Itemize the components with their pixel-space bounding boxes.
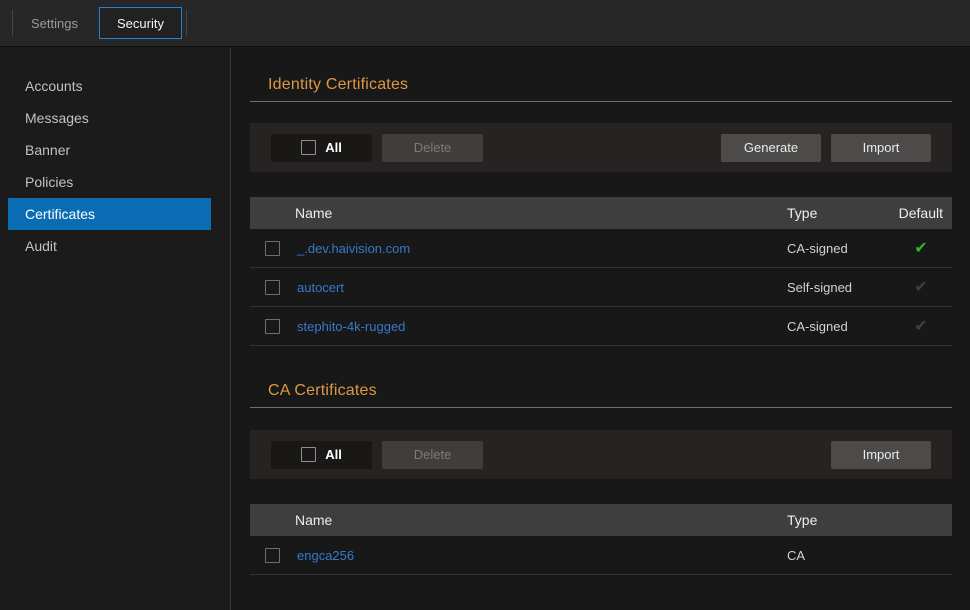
select-all-checkbox[interactable] bbox=[301, 447, 316, 462]
top-navigation-bar: Settings Security bbox=[0, 0, 970, 47]
section-header: Identity Certificates bbox=[250, 48, 952, 102]
certificate-type: CA-signed bbox=[787, 241, 890, 256]
table-row: stephito-4k-rugged CA-signed ✔ bbox=[250, 307, 952, 346]
import-button[interactable]: Import bbox=[831, 441, 931, 469]
tab-security[interactable]: Security bbox=[99, 7, 182, 39]
sidebar-item-policies[interactable]: Policies bbox=[0, 166, 211, 198]
tab-divider bbox=[186, 10, 187, 36]
generate-button[interactable]: Generate bbox=[721, 134, 821, 162]
ca-certificates-section: CA Certificates All Delete Import Name T… bbox=[250, 346, 952, 575]
select-all-button[interactable]: All bbox=[271, 134, 372, 162]
select-all-button[interactable]: All bbox=[271, 441, 372, 469]
column-header-name: Name bbox=[250, 205, 787, 221]
column-header-type: Type bbox=[787, 512, 952, 528]
identity-certificates-title: Identity Certificates bbox=[250, 76, 952, 94]
select-all-label: All bbox=[325, 140, 342, 155]
default-check-icon[interactable]: ✔ bbox=[914, 318, 927, 335]
sidebar-item-messages[interactable]: Messages bbox=[0, 102, 211, 134]
table-row: engca256 CA bbox=[250, 536, 952, 575]
ca-certificates-table: Name Type engca256 CA bbox=[250, 504, 952, 575]
row-checkbox[interactable] bbox=[265, 280, 280, 295]
identity-toolbar: All Delete Generate Import bbox=[250, 123, 952, 172]
ca-certificates-title: CA Certificates bbox=[250, 382, 952, 400]
table-row: autocert Self-signed ✔ bbox=[250, 268, 952, 307]
column-header-name: Name bbox=[250, 512, 787, 528]
table-row: _.dev.haivision.com CA-signed ✔ bbox=[250, 229, 952, 268]
default-check-icon[interactable]: ✔ bbox=[914, 240, 927, 257]
certificate-type: Self-signed bbox=[787, 280, 890, 295]
select-all-label: All bbox=[325, 447, 342, 462]
certificate-type: CA-signed bbox=[787, 319, 890, 334]
row-checkbox[interactable] bbox=[265, 241, 280, 256]
certificate-type: CA bbox=[787, 548, 952, 563]
sidebar-item-certificates[interactable]: Certificates bbox=[8, 198, 211, 230]
identity-certificates-table: Name Type Default _.dev.haivision.com CA… bbox=[250, 197, 952, 346]
delete-button[interactable]: Delete bbox=[382, 441, 483, 469]
import-button[interactable]: Import bbox=[831, 134, 931, 162]
certificate-link[interactable]: stephito-4k-rugged bbox=[297, 319, 787, 334]
default-check-icon[interactable]: ✔ bbox=[914, 279, 927, 296]
identity-certificates-section: Identity Certificates All Delete Generat… bbox=[250, 48, 952, 346]
row-checkbox[interactable] bbox=[265, 319, 280, 334]
delete-button[interactable]: Delete bbox=[382, 134, 483, 162]
section-header: CA Certificates bbox=[250, 346, 952, 408]
ca-toolbar: All Delete Import bbox=[250, 430, 952, 479]
column-header-default: Default bbox=[890, 205, 952, 221]
main-content: Identity Certificates All Delete Generat… bbox=[230, 48, 970, 610]
table-header: Name Type bbox=[250, 504, 952, 536]
certificate-link[interactable]: engca256 bbox=[297, 548, 787, 563]
table-header: Name Type Default bbox=[250, 197, 952, 229]
sidebar-item-banner[interactable]: Banner bbox=[0, 134, 211, 166]
sidebar-item-audit[interactable]: Audit bbox=[0, 230, 211, 262]
tab-settings[interactable]: Settings bbox=[13, 7, 96, 39]
certificate-link[interactable]: autocert bbox=[297, 280, 787, 295]
sidebar-item-accounts[interactable]: Accounts bbox=[0, 70, 211, 102]
sidebar: Accounts Messages Banner Policies Certif… bbox=[0, 48, 230, 610]
column-header-type: Type bbox=[787, 205, 890, 221]
row-checkbox[interactable] bbox=[265, 548, 280, 563]
select-all-checkbox[interactable] bbox=[301, 140, 316, 155]
certificate-link[interactable]: _.dev.haivision.com bbox=[297, 241, 787, 256]
